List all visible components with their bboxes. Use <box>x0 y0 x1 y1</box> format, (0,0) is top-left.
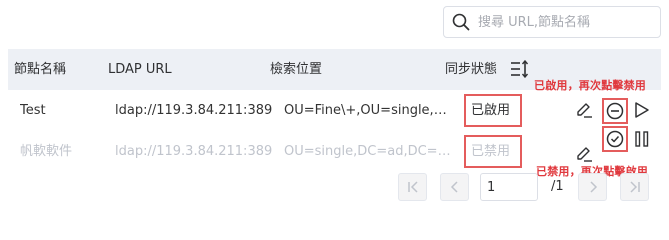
cell-ldap-url: ldap://119.3.84.211:389 <box>115 103 273 118</box>
search-box[interactable] <box>443 6 661 38</box>
next-page-button[interactable] <box>578 173 607 201</box>
header-ldap-url: LDAP URL <box>108 62 172 77</box>
status-badge: 已啟用 <box>464 94 522 127</box>
sort-icon[interactable] <box>510 60 530 78</box>
ldap-node-table: 節點名稱 LDAP URL 檢索位置 同步狀態 Test ldap://119.… <box>8 49 661 172</box>
cell-node-name: Test <box>20 103 46 118</box>
prev-page-icon <box>450 181 458 193</box>
enable-icon[interactable] <box>606 130 624 148</box>
disable-icon[interactable] <box>606 102 624 120</box>
search-input[interactable] <box>478 14 648 30</box>
cell-ldap-url: ldap://119.3.84.211:389 <box>115 144 273 159</box>
header-node-name: 節點名稱 <box>14 62 67 77</box>
prev-page-button[interactable] <box>440 173 469 201</box>
first-page-button[interactable] <box>398 173 427 201</box>
last-page-icon <box>629 181 640 193</box>
cell-node-name: 帆軟軟件 <box>20 144 73 159</box>
pause-icon[interactable] <box>634 130 650 148</box>
cell-search-base: OU=single,DC=ad,DC=com <box>284 144 456 159</box>
last-page-button[interactable] <box>620 173 649 201</box>
first-page-icon <box>407 181 418 193</box>
next-page-icon <box>589 181 597 193</box>
page-total: /1 <box>551 179 564 194</box>
page-number-input[interactable] <box>480 173 538 201</box>
annotation-enabled: 已啟用，再次點擊禁用 <box>534 79 646 92</box>
edit-icon[interactable] <box>575 145 593 163</box>
header-search-base: 檢索位置 <box>270 62 323 77</box>
header-sync-status: 同步狀態 <box>445 62 498 77</box>
edit-icon[interactable] <box>575 101 593 119</box>
play-icon[interactable] <box>634 101 650 119</box>
cell-search-base: OU=Fine\+,OU=single,DC=ad,DC=com <box>284 103 456 118</box>
search-icon <box>452 13 470 31</box>
table-row: Test ldap://119.3.84.211:389 OU=Fine\+,O… <box>8 90 661 131</box>
status-badge: 已禁用 <box>464 135 522 168</box>
